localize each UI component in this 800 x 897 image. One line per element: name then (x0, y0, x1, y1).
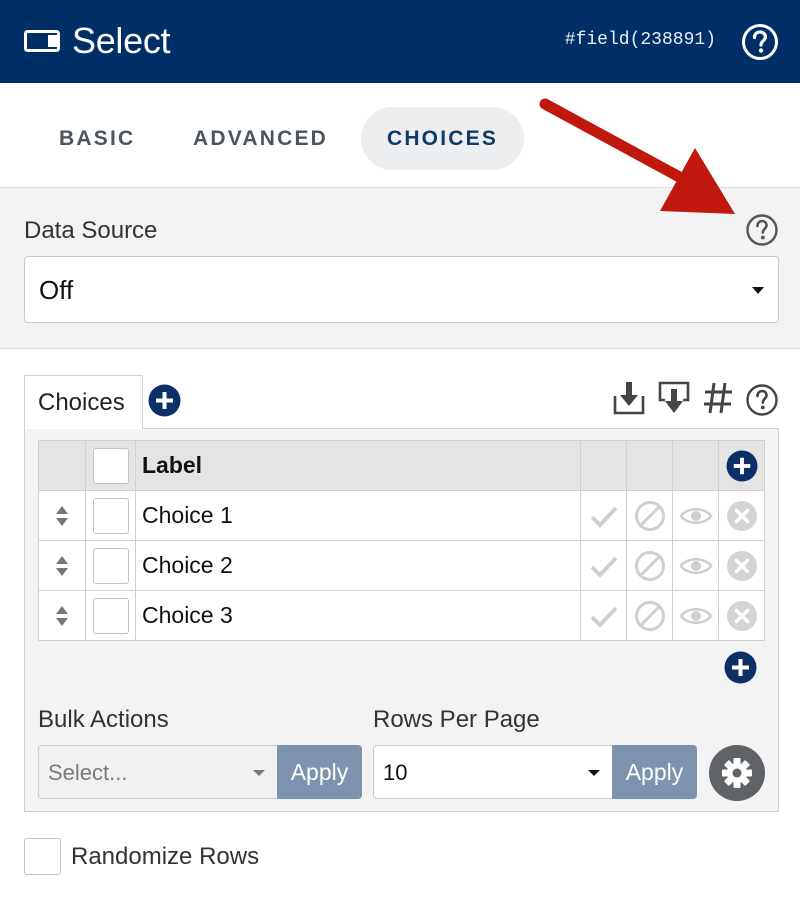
eye-icon[interactable] (678, 505, 713, 527)
remove-icon[interactable] (726, 500, 758, 532)
header-checkbox-cell (85, 440, 136, 491)
visibility-cell (672, 490, 719, 541)
eye-icon[interactable] (678, 605, 713, 627)
rows-per-page-apply-button[interactable]: Apply (612, 745, 697, 799)
check-icon[interactable] (589, 554, 619, 578)
bulk-actions-label: Bulk Actions (38, 706, 169, 733)
visibility-cell (672, 540, 719, 591)
bulk-actions-placeholder: Select... (48, 760, 128, 785)
column-header-label: Label (135, 440, 581, 491)
drag-handle-cell[interactable] (38, 490, 86, 541)
default-cell (580, 490, 627, 541)
hash-icon[interactable] (702, 380, 734, 416)
chevron-down-icon (752, 287, 764, 294)
drag-handle-cell[interactable] (38, 540, 86, 591)
select-all-checkbox[interactable] (92, 447, 129, 484)
row-checkbox[interactable] (92, 497, 129, 534)
eye-icon[interactable] (678, 555, 713, 577)
data-source-label: Data Source (24, 217, 158, 244)
table-row: Choice 2 (38, 540, 765, 591)
field-id-label[interactable]: #field(238891) (565, 30, 716, 50)
annotation-arrow-icon (539, 98, 735, 214)
help-circle-icon[interactable] (745, 383, 779, 417)
add-column-icon[interactable] (725, 449, 758, 482)
choices-table: Label Choice 1 Choice 2 Choice 3 (38, 440, 765, 641)
rows-per-page-select[interactable]: 10 (373, 745, 613, 799)
choice-label[interactable]: Choice 3 (135, 590, 581, 641)
header-icon-cell (672, 440, 719, 491)
choices-subtab-label: Choices (38, 389, 125, 416)
header-icon-cell (580, 440, 627, 491)
rows-per-page-label: Rows Per Page (373, 706, 540, 733)
data-source-select[interactable]: Off (24, 256, 779, 323)
table-row: Choice 3 (38, 590, 765, 641)
disable-cell (626, 590, 673, 641)
remove-cell (718, 490, 765, 541)
export-icon[interactable] (657, 380, 691, 416)
chevron-down-icon (253, 770, 265, 776)
check-icon[interactable] (589, 504, 619, 528)
disabled-icon[interactable] (634, 500, 666, 532)
field-type-title: Select (72, 20, 171, 61)
disabled-icon[interactable] (634, 550, 666, 582)
app-header: Select #field(238891) (0, 0, 800, 83)
disabled-icon[interactable] (634, 600, 666, 632)
choice-label[interactable]: Choice 1 (135, 490, 581, 541)
header-drag-cell (38, 440, 86, 491)
default-cell (580, 540, 627, 591)
drag-handle-cell[interactable] (38, 590, 86, 641)
bulk-actions-apply-button[interactable]: Apply (277, 745, 362, 799)
tab-basic[interactable]: BASIC (33, 107, 161, 170)
help-circle-icon[interactable] (741, 23, 779, 61)
row-checkbox-cell (85, 540, 136, 591)
row-checkbox-cell (85, 490, 136, 541)
default-cell (580, 590, 627, 641)
table-header-row: Label (38, 440, 765, 491)
header-icon-cell (626, 440, 673, 491)
choices-subtab[interactable]: Choices (24, 375, 143, 429)
sort-handle-icon[interactable] (55, 605, 69, 627)
bulk-actions-select[interactable]: Select... (38, 745, 278, 799)
row-checkbox[interactable] (92, 597, 129, 634)
add-row-icon[interactable] (724, 651, 757, 684)
row-checkbox[interactable] (92, 547, 129, 584)
check-icon[interactable] (589, 604, 619, 628)
remove-cell (718, 540, 765, 591)
visibility-cell (672, 590, 719, 641)
header-add-cell (718, 440, 765, 491)
data-source-value: Off (39, 275, 74, 305)
remove-cell (718, 590, 765, 641)
disable-cell (626, 490, 673, 541)
disable-cell (626, 540, 673, 591)
sort-handle-icon[interactable] (55, 505, 69, 527)
data-source-help-icon[interactable] (745, 213, 779, 247)
row-checkbox-cell (85, 590, 136, 641)
gear-icon (722, 758, 752, 788)
remove-icon[interactable] (726, 600, 758, 632)
import-icon[interactable] (612, 380, 646, 416)
randomize-rows-checkbox[interactable] (24, 838, 61, 875)
rows-per-page-value: 10 (383, 760, 408, 785)
choice-label[interactable]: Choice 2 (135, 540, 581, 591)
select-field-icon (24, 30, 60, 52)
remove-icon[interactable] (726, 550, 758, 582)
tab-choices[interactable]: CHOICES (361, 107, 524, 170)
randomize-rows-label: Randomize Rows (71, 843, 260, 870)
add-choice-group-icon[interactable] (148, 384, 181, 417)
settings-button[interactable] (709, 745, 765, 801)
sort-handle-icon[interactable] (55, 555, 69, 577)
chevron-down-icon (588, 770, 600, 776)
tab-advanced[interactable]: ADVANCED (167, 107, 354, 170)
table-row: Choice 1 (38, 490, 765, 541)
